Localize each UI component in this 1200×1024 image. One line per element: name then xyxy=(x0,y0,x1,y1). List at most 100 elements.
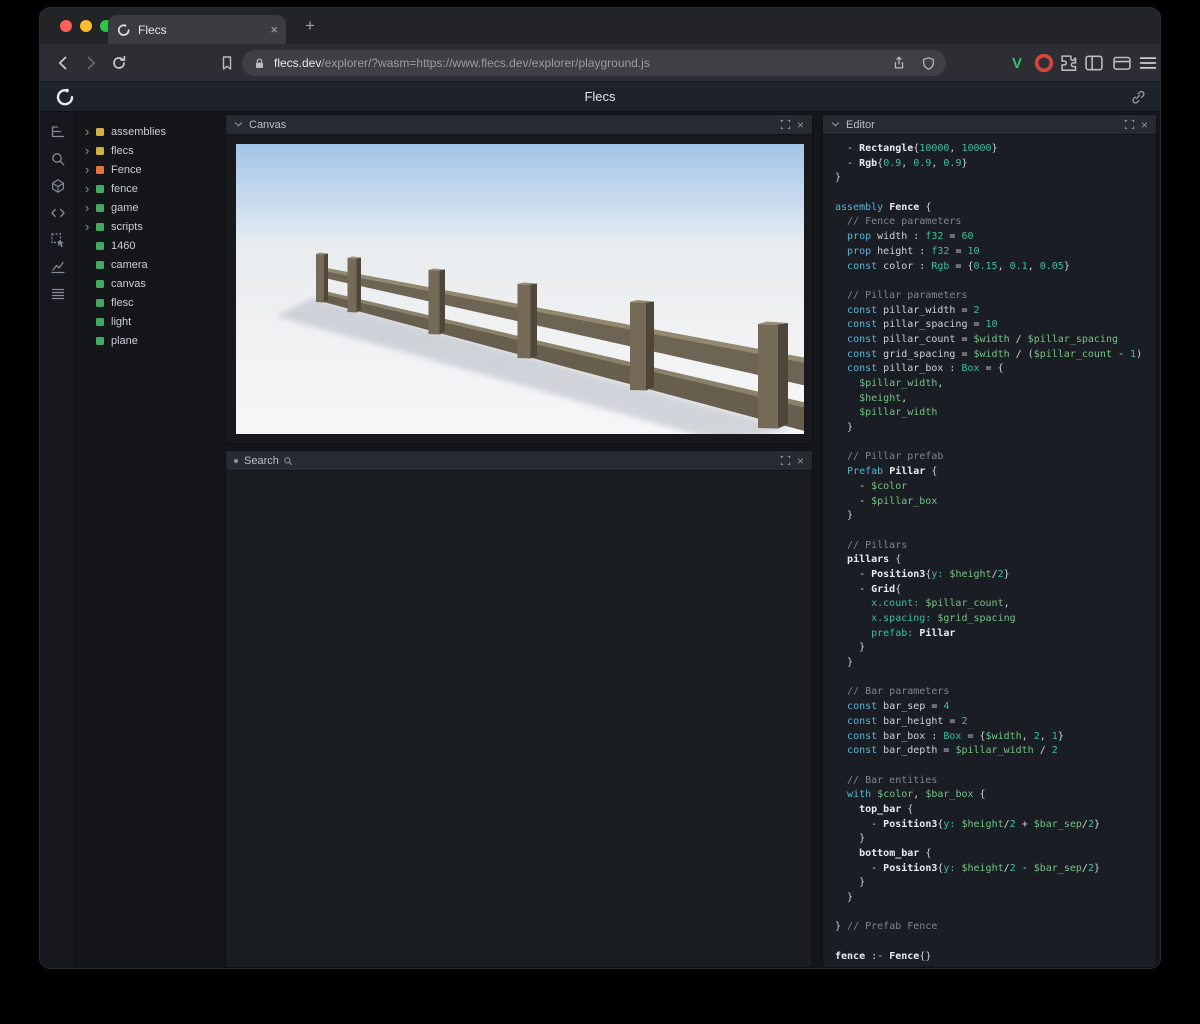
tree-item-game[interactable]: › game xyxy=(77,198,224,217)
code-line: - Position3{y: $height/2} xyxy=(835,568,1010,580)
expand-arrow-icon[interactable]: › xyxy=(85,179,96,198)
code-line: x.count: $pillar_count, xyxy=(871,598,1010,610)
back-button-icon[interactable] xyxy=(54,54,72,72)
expand-arrow-icon[interactable]: › xyxy=(85,198,96,217)
code-line: prop width : f32 = 60 xyxy=(847,231,974,243)
expand-arrow-icon[interactable]: › xyxy=(85,160,96,179)
share-icon[interactable] xyxy=(891,55,907,71)
window-controls xyxy=(60,20,112,32)
tab-close-icon[interactable]: × xyxy=(270,23,278,36)
new-tab-button[interactable]: + xyxy=(298,14,322,38)
app-header: Flecs xyxy=(40,82,1160,112)
expand-icon[interactable] xyxy=(1124,119,1135,130)
reload-button-icon[interactable] xyxy=(110,54,128,72)
code-line: const pillar_width = 2 xyxy=(847,304,980,316)
canvas-panel-header: Canvas × xyxy=(226,115,812,135)
tree-item-canvas[interactable]: canvas xyxy=(77,274,224,293)
code-line: bottom_bar { xyxy=(859,848,932,859)
menu-hamburger-icon[interactable] xyxy=(1137,52,1159,74)
code-line: - Position3{y: $height/2 - $bar_sep/2} xyxy=(835,862,1101,874)
code-line: fence :- Fence{} xyxy=(835,950,932,962)
code-line: const bar_depth = $pillar_width / 2 xyxy=(847,745,1058,757)
desktop-background: Flecs × + flecs.dev/explorer/?wasm=https… xyxy=(0,0,1200,1024)
extensions-puzzle-icon[interactable] xyxy=(1058,52,1080,74)
window-close-button[interactable] xyxy=(60,20,72,32)
code-line: // Bar parameters xyxy=(835,686,950,698)
code-line: // Fence parameters xyxy=(835,216,962,228)
address-bar[interactable]: flecs.dev/explorer/?wasm=https://www.fle… xyxy=(242,50,946,76)
entity-color-swatch xyxy=(96,184,104,193)
code-line: } xyxy=(835,510,854,522)
canvas-3d-scene[interactable] xyxy=(236,144,804,434)
code-line: pillars { xyxy=(847,554,902,566)
entity-label: flesc xyxy=(111,296,134,309)
expand-arrow-icon[interactable]: › xyxy=(85,122,96,141)
code-line: - $color xyxy=(835,480,908,492)
entity-color-swatch xyxy=(96,241,104,250)
entity-color-swatch xyxy=(96,298,104,307)
browser-tab[interactable]: Flecs × xyxy=(108,15,286,44)
window-minimize-button[interactable] xyxy=(80,20,92,32)
sidebar-toggle-icon[interactable] xyxy=(1083,52,1105,74)
expand-icon[interactable] xyxy=(780,455,791,466)
tree-item-fence[interactable]: › fence xyxy=(77,179,224,198)
forward-button-icon[interactable] xyxy=(82,54,100,72)
code-line: } xyxy=(835,877,866,889)
browser-toolbar: flecs.dev/explorer/?wasm=https://www.fle… xyxy=(40,44,1160,82)
expand-arrow-icon[interactable]: › xyxy=(85,141,96,160)
entity-tree: › assemblies › flecs › Fence › fence › game › scrip… xyxy=(77,112,224,968)
tree-item-flecs[interactable]: › flecs xyxy=(77,141,224,160)
wallet-icon[interactable] xyxy=(1111,52,1133,74)
tree-item-1460[interactable]: 1460 xyxy=(77,236,224,255)
code-line: const bar_height = 2 xyxy=(847,715,968,727)
tree-icon[interactable] xyxy=(50,124,66,140)
code-editor[interactable]: - Rectangle{10000, 10000} - Rgb{0.9, 0.9… xyxy=(823,135,1156,967)
url-host: flecs.dev xyxy=(274,56,322,70)
code-line: } xyxy=(835,422,854,434)
expand-arrow-icon[interactable]: › xyxy=(85,217,96,236)
tree-item-camera[interactable]: camera xyxy=(77,255,224,274)
inspect-icon[interactable] xyxy=(50,232,66,248)
entity-label: scripts xyxy=(111,220,143,233)
search-body[interactable] xyxy=(226,471,812,967)
main-content: › assemblies › flecs › Fence › fence › game › scrip… xyxy=(40,112,1160,968)
chart-icon[interactable] xyxy=(50,259,66,275)
code-line: with $color, $bar_box { xyxy=(847,789,986,801)
editor-panel: Editor × - Rectangle{10000, 10000} - Rgb… xyxy=(822,114,1157,968)
code-line: } xyxy=(835,172,842,184)
search-panel-title: Search xyxy=(244,454,279,467)
entity-color-swatch xyxy=(96,336,104,345)
search-icon[interactable] xyxy=(50,151,66,167)
close-icon[interactable]: × xyxy=(797,455,804,467)
code-line: // Pillars xyxy=(835,539,908,551)
close-icon[interactable]: × xyxy=(1141,119,1148,131)
link-icon[interactable] xyxy=(1130,89,1146,105)
expand-icon[interactable] xyxy=(780,119,791,130)
code-line: prefab: Pillar xyxy=(871,627,956,639)
entity-color-swatch xyxy=(96,222,104,231)
rows-icon[interactable] xyxy=(50,286,66,302)
tree-item-plane[interactable]: plane xyxy=(77,331,224,350)
bookmark-icon[interactable] xyxy=(218,54,236,72)
cube-icon[interactable] xyxy=(50,178,66,194)
brave-shield-icon[interactable] xyxy=(921,56,936,71)
tree-item-Fence[interactable]: › Fence xyxy=(77,160,224,179)
tree-item-scripts[interactable]: › scripts xyxy=(77,217,224,236)
red-extension-icon[interactable] xyxy=(1033,52,1055,74)
code-line: const color : Rgb = {0.15, 0.1, 0.05} xyxy=(847,260,1070,272)
chevron-down-icon[interactable] xyxy=(234,121,243,128)
v-extension-icon[interactable]: V xyxy=(1006,52,1028,74)
chevron-down-icon[interactable] xyxy=(831,121,840,128)
editor-panel-title: Editor xyxy=(846,118,875,131)
code-icon[interactable] xyxy=(50,205,66,221)
code-line: } xyxy=(835,833,866,845)
close-icon[interactable]: × xyxy=(797,119,804,131)
tree-item-assemblies[interactable]: › assemblies xyxy=(77,122,224,141)
tree-item-light[interactable]: light xyxy=(77,312,224,331)
tree-item-flesc[interactable]: flesc xyxy=(77,293,224,312)
panel-marker-dot xyxy=(234,458,238,463)
entity-color-swatch xyxy=(96,203,104,212)
